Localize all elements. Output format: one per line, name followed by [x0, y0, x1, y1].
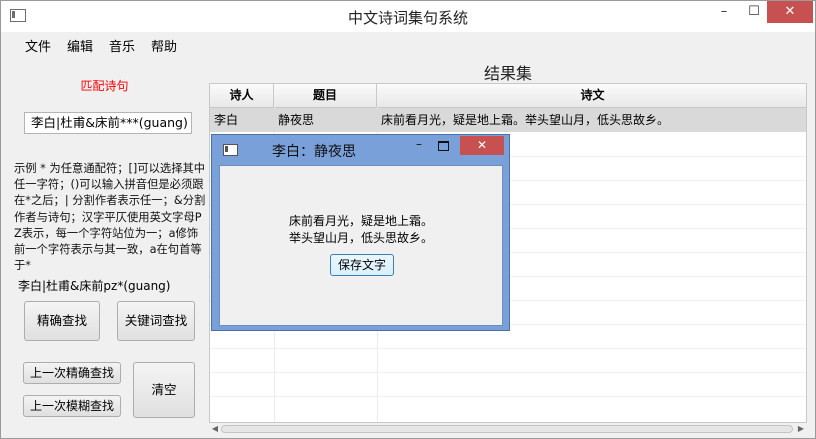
- scrollbar-thumb[interactable]: [221, 425, 793, 433]
- poem-line-1: 床前看月光，疑是地上霜。: [288, 214, 433, 228]
- dialog-title: 李白：静夜思: [272, 144, 356, 160]
- cell-text: 床前看月光，疑是地上霜。举头望山月，低头思故乡。: [381, 113, 670, 127]
- menu-help[interactable]: 帮助: [151, 36, 177, 55]
- column-header-text[interactable]: 诗文: [377, 84, 806, 107]
- table-header: 诗人 题目 诗文: [210, 84, 806, 108]
- title-bar[interactable]: 中文诗词集句系统 – ☐ ✕: [1, 1, 815, 32]
- table-row[interactable]: 李白 静夜思 床前看月光，疑是地上霜。举头望山月，低头思故乡。: [210, 108, 806, 132]
- clear-button[interactable]: 清空: [133, 362, 195, 418]
- main-window: 中文诗词集句系统 – ☐ ✕ 文件 编辑 音乐 帮助 匹配诗句 示例 * 为任意…: [0, 0, 816, 439]
- menu-file[interactable]: 文件: [25, 36, 51, 55]
- window-title: 中文诗词集句系统: [347, 9, 468, 27]
- prev-fuzzy-search-button[interactable]: 上一次模糊查找: [23, 395, 121, 417]
- horizontal-scrollbar[interactable]: ◀ ▶: [209, 423, 807, 435]
- results-title: 结果集: [483, 64, 532, 83]
- dialog-close-button[interactable]: ✕: [460, 136, 504, 155]
- cell-poet: 李白: [214, 113, 239, 127]
- query-input[interactable]: [24, 112, 192, 134]
- menu-bar: 文件 编辑 音乐 帮助: [1, 32, 815, 57]
- maximize-button[interactable]: ☐: [739, 1, 769, 23]
- example-text: 李白|杜甫&床前pz*(guang): [18, 279, 171, 293]
- help-text: 示例 * 为任意通配符；[]可以选择其中任一字符；()可以输入拼音但是必须跟在*…: [14, 162, 206, 273]
- scroll-left-icon[interactable]: ◀: [210, 423, 220, 435]
- match-title: 匹配诗句: [80, 79, 129, 93]
- column-header-title[interactable]: 题目: [274, 84, 377, 107]
- keyword-search-button[interactable]: 关键词查找: [117, 301, 195, 341]
- poem-dialog: 李白：静夜思 – ✕ 床前看月光，疑是地上霜。 举头望山月，低头思故乡。 保存文…: [211, 134, 510, 331]
- scroll-right-icon[interactable]: ▶: [796, 423, 806, 435]
- dialog-maximize-button[interactable]: [438, 141, 449, 151]
- prev-exact-search-button[interactable]: 上一次精确查找: [23, 362, 121, 384]
- search-panel: 匹配诗句 示例 * 为任意通配符；[]可以选择其中任一字符；()可以输入拼音但是…: [1, 57, 208, 438]
- close-button[interactable]: ✕: [767, 1, 813, 23]
- menu-edit[interactable]: 编辑: [67, 36, 93, 55]
- poem-line-2: 举头望山月，低头思故乡。: [288, 231, 433, 245]
- exact-search-button[interactable]: 精确查找: [24, 301, 100, 341]
- dialog-body: 床前看月光，疑是地上霜。 举头望山月，低头思故乡。 保存文字: [219, 165, 503, 326]
- save-text-button[interactable]: 保存文字: [330, 254, 394, 276]
- dialog-app-icon: [223, 144, 238, 156]
- cell-title: 静夜思: [278, 113, 315, 127]
- menu-music[interactable]: 音乐: [109, 36, 135, 55]
- column-header-poet[interactable]: 诗人: [210, 84, 274, 107]
- dialog-minimize-button[interactable]: –: [416, 137, 422, 151]
- minimize-button[interactable]: –: [709, 1, 739, 23]
